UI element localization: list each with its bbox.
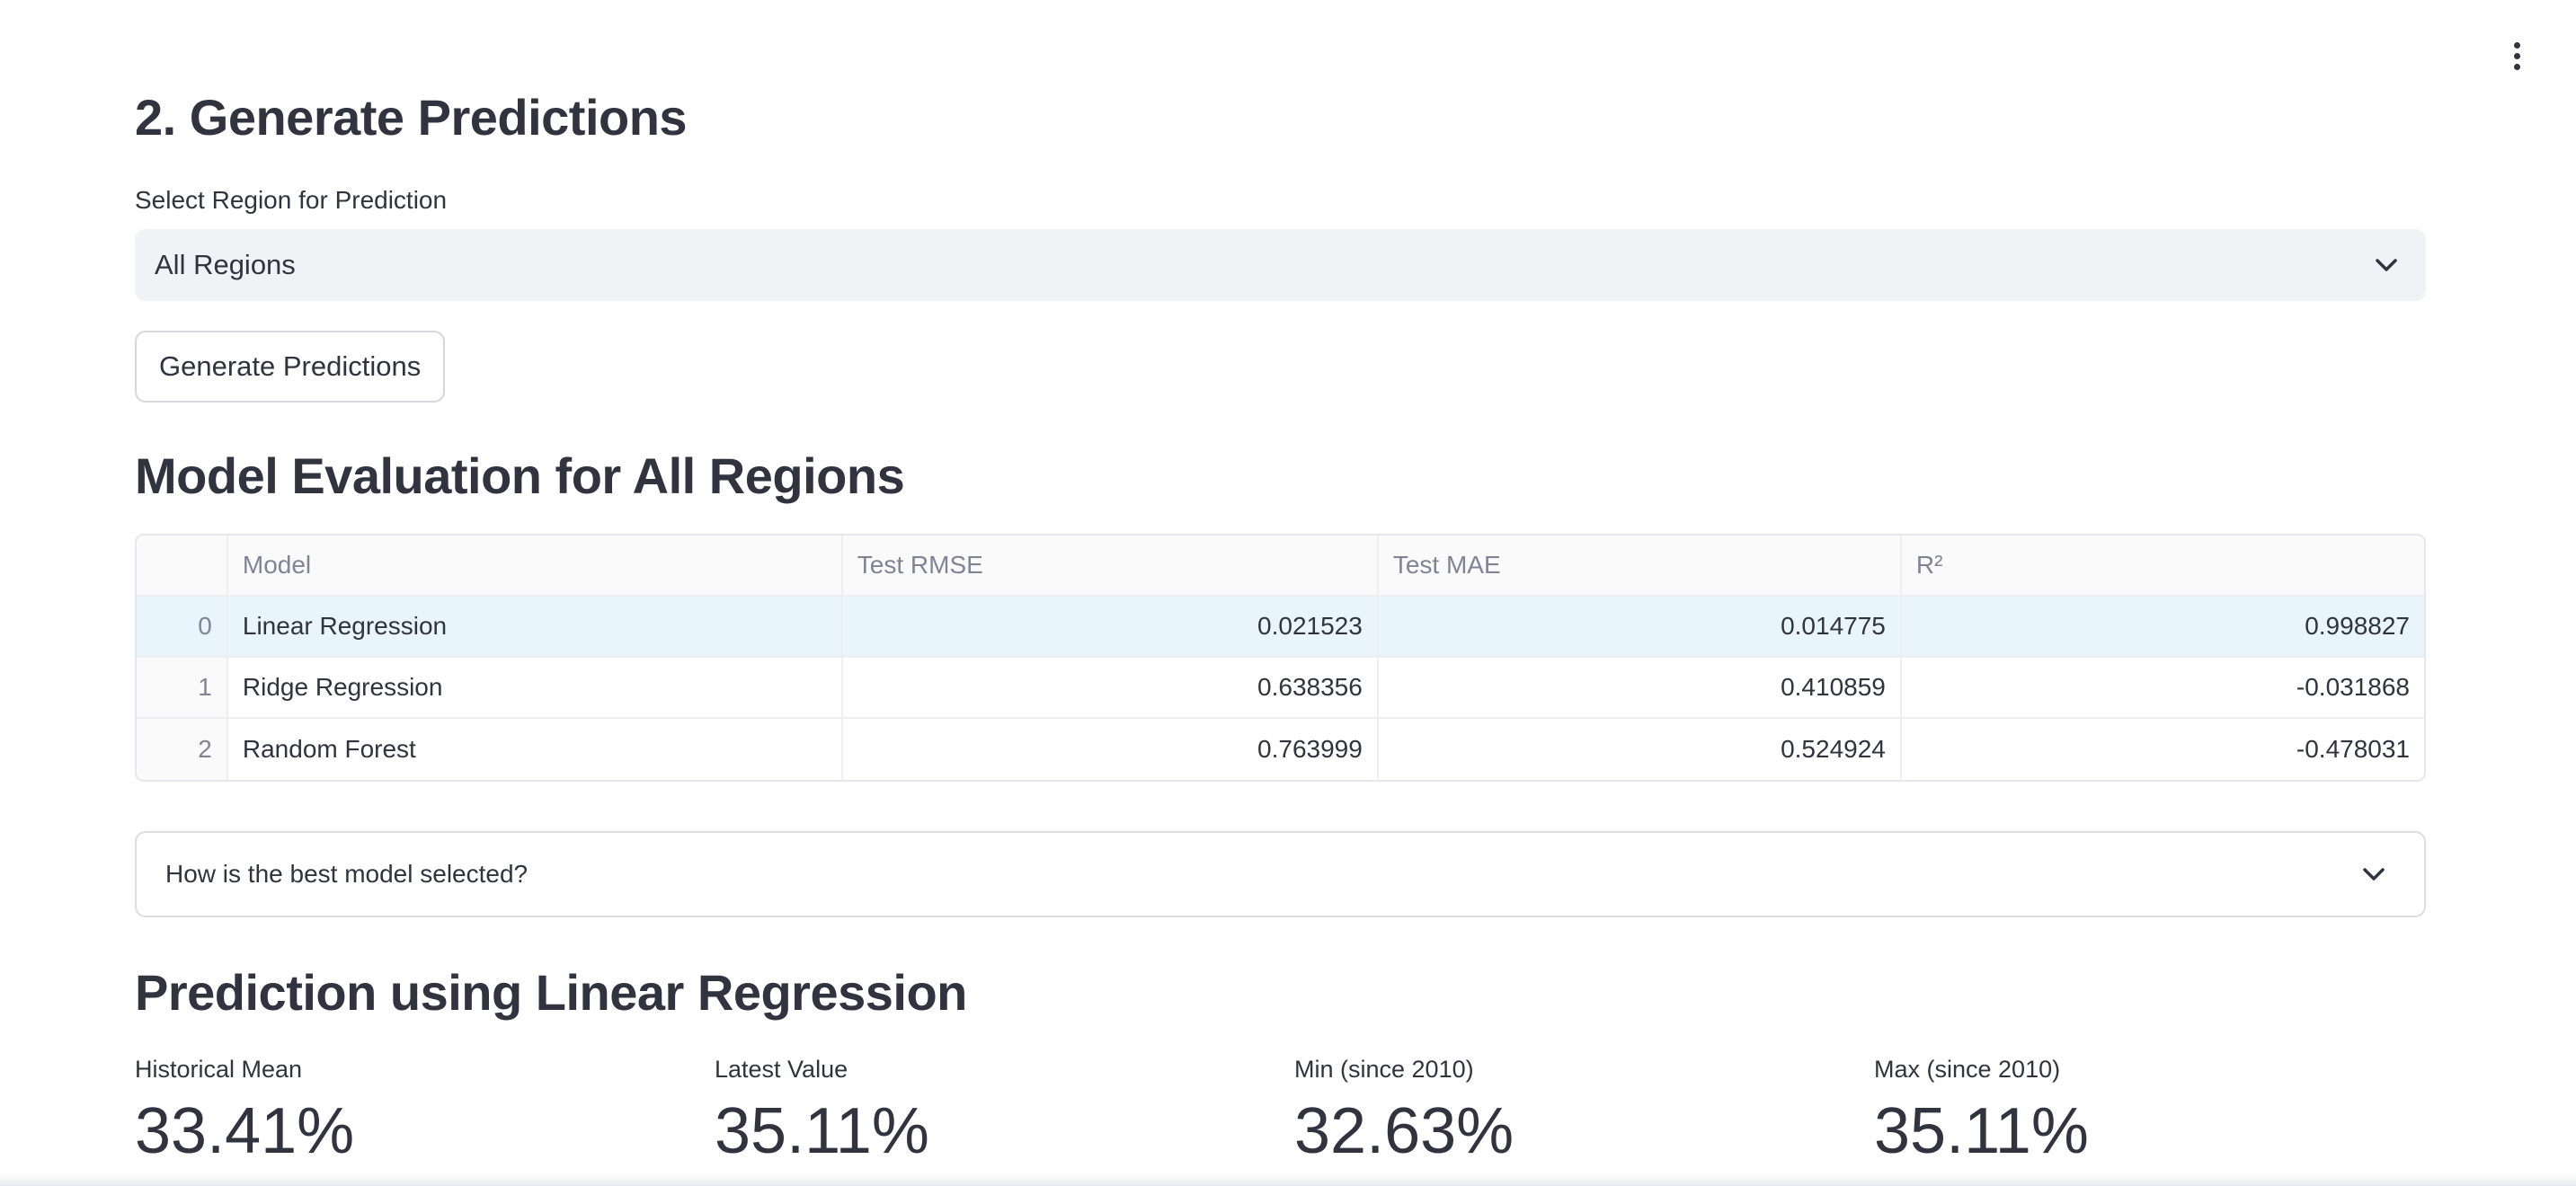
r2-cell[interactable]: -0.478031 (1902, 719, 2424, 780)
model-evaluation-table[interactable]: Model Test RMSE Test MAE R² 0 Linear Reg… (135, 534, 2426, 782)
region-select-value: All Regions (155, 249, 296, 280)
column-header-model[interactable]: Model (227, 535, 843, 597)
row-index: 1 (137, 658, 228, 719)
metric-value: 35.11% (715, 1095, 929, 1167)
metric-label: Latest Value (715, 1056, 848, 1083)
model-cell[interactable]: Ridge Regression (227, 658, 843, 719)
mae-cell[interactable]: 0.410859 (1378, 658, 1902, 719)
metric-max-since-2010: Max (since 2010) 35.11% (1874, 1056, 2449, 1170)
chevron-down-icon (2363, 868, 2385, 881)
region-select[interactable]: All Regions (135, 229, 2426, 301)
metric-label: Max (since 2010) (1874, 1056, 2061, 1083)
section-title-evaluation: Model Evaluation for All Regions (135, 447, 905, 504)
rmse-cell[interactable]: 0.638356 (842, 658, 1379, 719)
main-menu-button[interactable] (2490, 36, 2544, 75)
metric-label: Historical Mean (135, 1056, 303, 1083)
generate-predictions-button[interactable]: Generate Predictions (135, 331, 446, 403)
section-title-generate: 2. Generate Predictions (135, 89, 688, 146)
expander-label: How is the best model selected? (165, 860, 529, 888)
table-row[interactable]: 1 Ridge Regression 0.638356 0.410859 -0.… (137, 658, 2424, 719)
model-cell[interactable]: Random Forest (228, 719, 843, 780)
row-index: 0 (137, 597, 228, 658)
metric-label: Min (since 2010) (1294, 1056, 1474, 1083)
column-header-r2[interactable]: R² (1901, 535, 2424, 597)
metric-min-since-2010: Min (since 2010) 32.63% (1294, 1056, 1870, 1170)
section-title-prediction: Prediction using Linear Regression (135, 964, 967, 1021)
metric-value: 33.41% (135, 1095, 355, 1167)
bottom-fade (0, 1173, 2576, 1186)
table-row[interactable]: 2 Random Forest 0.763999 0.524924 -0.478… (137, 719, 2424, 780)
metric-historical-mean: Historical Mean 33.41% (135, 1056, 710, 1170)
row-index: 2 (137, 719, 228, 780)
region-select-label: Select Region for Prediction (135, 186, 448, 214)
chevron-down-icon (2376, 259, 2397, 271)
metric-value: 32.63% (1294, 1095, 1515, 1167)
model-cell[interactable]: Linear Regression (227, 597, 843, 658)
best-model-expander[interactable]: How is the best model selected? (135, 831, 2426, 917)
more-vertical-icon (2513, 41, 2520, 70)
metric-latest-value: Latest Value 35.11% (715, 1056, 1290, 1170)
r2-cell[interactable]: -0.031868 (1901, 658, 2424, 719)
metric-value: 35.11% (1874, 1095, 2089, 1167)
mae-cell[interactable]: 0.524924 (1379, 719, 1902, 780)
table-row[interactable]: 0 Linear Regression 0.021523 0.014775 0.… (137, 597, 2424, 658)
column-header-index[interactable] (137, 535, 228, 597)
table-header-row: Model Test RMSE Test MAE R² (137, 535, 2424, 597)
column-header-test-rmse[interactable]: Test RMSE (842, 535, 1379, 597)
rmse-cell[interactable]: 0.763999 (843, 719, 1379, 780)
mae-cell[interactable]: 0.014775 (1378, 597, 1902, 658)
r2-cell[interactable]: 0.998827 (1901, 597, 2424, 658)
rmse-cell[interactable]: 0.021523 (842, 597, 1379, 658)
column-header-test-mae[interactable]: Test MAE (1378, 535, 1902, 597)
